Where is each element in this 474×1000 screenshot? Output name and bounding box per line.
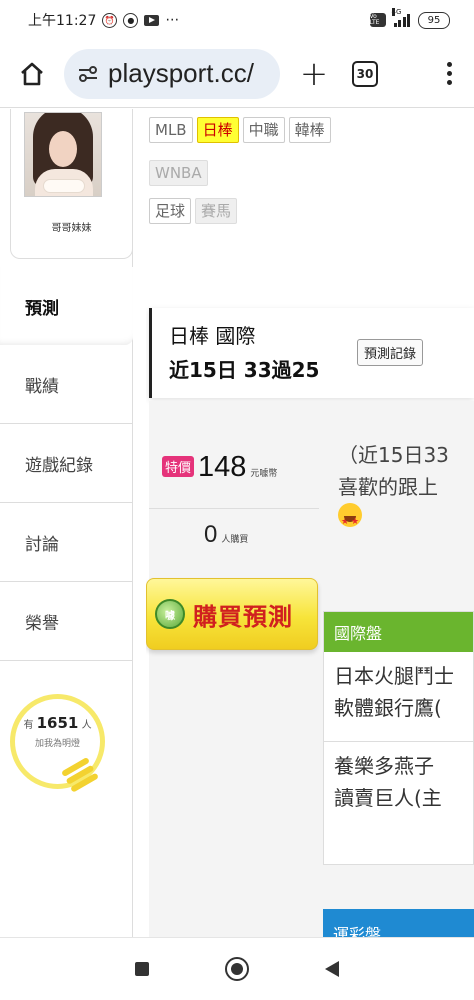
fans-count-text: 有 1651 人 xyxy=(23,714,92,732)
sale-badge: 特價 xyxy=(162,456,195,477)
home-button[interactable] xyxy=(0,40,64,108)
tab-switcher-button[interactable]: 30 xyxy=(352,60,378,87)
category-tag-horse-racing: 賽馬 xyxy=(195,198,238,224)
category-row: 足球 賽馬 xyxy=(149,198,238,224)
browser-toolbar: playsport.cc/ + 30 xyxy=(0,40,474,108)
starstruck-emoji-icon xyxy=(338,503,362,538)
category-tag-mlb[interactable]: MLB xyxy=(149,117,193,143)
battery-indicator: 95 xyxy=(418,11,450,29)
browser-menu-button[interactable] xyxy=(424,62,474,85)
follow-lamp-button[interactable]: 有 1651 人 加我為明燈 xyxy=(10,694,105,794)
profile-name[interactable]: 哥哥妹妹 xyxy=(11,219,132,234)
sidebar-item-label: 戰績 xyxy=(25,376,59,397)
signal-icon: 4G xyxy=(391,8,410,27)
follow-lamp-label: 加我為明燈 xyxy=(34,739,80,749)
sidebar: 哥哥妹妹 預測 戰績 遊戲紀錄 討論 榮譽 有 1651 人 加我為明燈 xyxy=(0,109,133,937)
market-header: 國際盤 xyxy=(324,612,473,652)
alarm-icon: ⏰ xyxy=(102,12,118,28)
sidebar-item-game-history[interactable]: 遊戲紀錄 xyxy=(0,424,133,503)
sidebar-item-label: 討論 xyxy=(25,534,59,555)
profile-card[interactable]: 哥哥妹妹 xyxy=(10,109,133,259)
price-value: 148 xyxy=(198,451,247,483)
back-icon[interactable] xyxy=(325,961,339,977)
clock-time: 上午11:27 xyxy=(28,13,97,29)
system-nav-bar xyxy=(0,937,474,1000)
sidebar-item-label: 遊戲紀錄 xyxy=(25,455,93,476)
home-icon xyxy=(21,62,43,85)
category-tag-kbo[interactable]: 韓棒 xyxy=(288,117,331,143)
international-market-card: 國際盤 日本火腿鬥士 軟體銀行鷹( 養樂多燕子 讀賣巨人(主 xyxy=(323,611,474,865)
category-row: WNBA xyxy=(149,160,208,186)
price-unit: 元噱幣 xyxy=(250,469,278,479)
category-tag-wnba: WNBA xyxy=(149,160,208,186)
main-content: MLB 日棒 中職 韓棒 WNBA 足球 賽馬 日棒 國際 近15日 33過25… xyxy=(146,109,474,937)
price-box: 特價 148 元噱幣 0 人購買 xyxy=(149,421,319,581)
youtube-icon xyxy=(144,14,160,26)
lottery-market-header: 運彩盤 xyxy=(323,909,474,937)
home-nav-icon[interactable] xyxy=(225,957,249,981)
buyer-count: 0 xyxy=(204,521,218,548)
volte-icon: Vo LTE xyxy=(369,13,386,27)
sidebar-item-honors[interactable]: 榮譽 xyxy=(0,582,133,661)
sidebar-item-label: 榮譽 xyxy=(25,613,59,634)
sidebar-item-label: 預測 xyxy=(25,298,59,319)
address-bar[interactable]: playsport.cc/ xyxy=(64,48,280,99)
sidebar-item-predictions[interactable]: 預測 xyxy=(0,267,133,345)
new-tab-button[interactable]: + xyxy=(280,54,348,94)
coin-icon: 噱 xyxy=(155,599,185,629)
more-notifications-icon: ⋯ xyxy=(165,12,180,28)
game-row[interactable]: 日本火腿鬥士 軟體銀行鷹( xyxy=(324,652,473,742)
avatar[interactable] xyxy=(24,112,102,197)
category-row: MLB 日棒 中職 韓棒 xyxy=(149,117,331,143)
category-tag-npb[interactable]: 日棒 xyxy=(196,117,239,143)
prediction-title: 日棒 國際 xyxy=(169,324,256,348)
buy-prediction-button[interactable]: 噱 購買預測 xyxy=(146,578,318,650)
game-row[interactable]: 養樂多燕子 讀賣巨人(主 xyxy=(324,742,473,832)
prediction-description: （近15日33 喜歡的跟上 xyxy=(338,439,474,538)
buyer-unit: 人購買 xyxy=(221,535,249,545)
buy-prediction-label: 購買預測 xyxy=(193,602,293,631)
prediction-history-button[interactable]: 預測記錄 xyxy=(357,339,424,366)
category-tag-soccer[interactable]: 足球 xyxy=(149,198,192,224)
prediction-header: 日棒 國際 近15日 33過25 預測記錄 xyxy=(149,308,474,398)
url-text[interactable]: playsport.cc/ xyxy=(108,58,254,89)
site-settings-icon[interactable] xyxy=(78,65,98,83)
category-tag-cpbl[interactable]: 中職 xyxy=(242,117,285,143)
fans-count: 1651 xyxy=(36,714,79,732)
chrome-icon: ● xyxy=(123,12,139,28)
sidebar-item-record[interactable]: 戰績 xyxy=(0,345,133,424)
prediction-record: 近15日 33過25 xyxy=(169,358,320,382)
status-bar: 上午11:27 ⏰ ● ⋯ Vo LTE 4G 95 xyxy=(0,0,474,40)
recents-icon[interactable] xyxy=(135,962,149,976)
sidebar-nav: 預測 戰績 遊戲紀錄 討論 榮譽 xyxy=(0,267,133,661)
sidebar-item-discussion[interactable]: 討論 xyxy=(0,503,133,582)
network-type: 4G xyxy=(391,8,402,16)
